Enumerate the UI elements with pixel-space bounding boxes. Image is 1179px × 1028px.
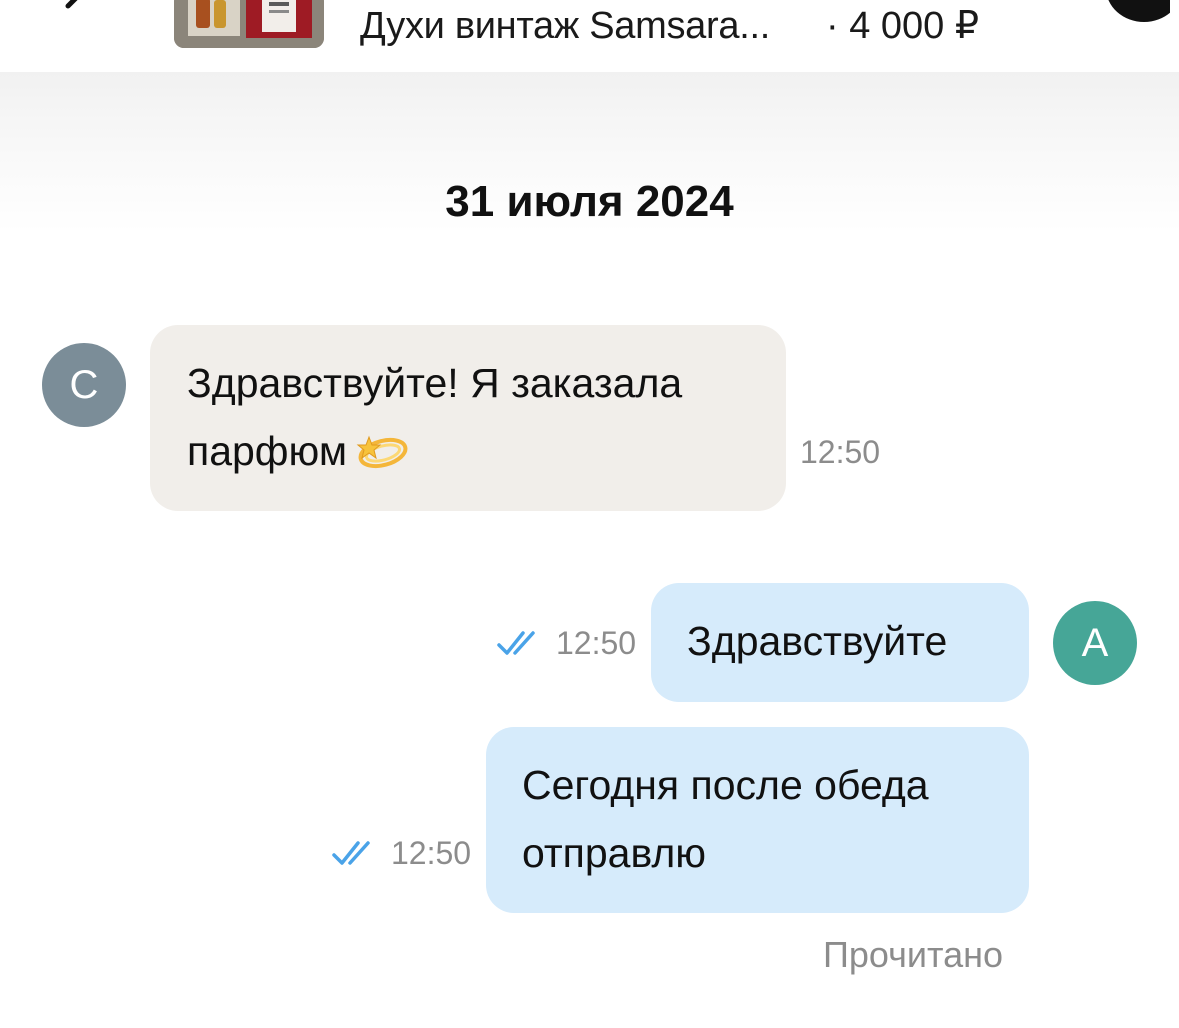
incoming-message-bubble[interactable]: Здравствуйте! Я заказала парфюм xyxy=(150,325,786,511)
message-line: парфюм xyxy=(187,428,348,474)
product-thumbnail[interactable] xyxy=(174,0,324,48)
double-check-icon xyxy=(332,841,370,865)
my-avatar[interactable]: А xyxy=(1053,601,1137,685)
message-time: 12:50 xyxy=(800,434,881,470)
outgoing-message-bubble[interactable]: Сегодня после обеда отправлю xyxy=(486,727,1029,913)
double-check-icon xyxy=(497,631,535,655)
message-line: Здравствуйте! Я заказала xyxy=(187,360,683,406)
message-line: отправлю xyxy=(522,830,706,876)
more-icon[interactable] xyxy=(1080,0,1170,22)
message-time: 12:50 xyxy=(391,835,472,871)
message-time: 12:50 xyxy=(556,625,637,661)
chat-screen: Духи винтаж Samsara... · 4 000 ₽ 31 июля… xyxy=(0,0,1179,1028)
chat-header: Духи винтаж Samsara... · 4 000 ₽ xyxy=(0,0,1179,72)
product-price: · 4 000 ₽ xyxy=(826,5,980,47)
outgoing-message-bubble[interactable]: Здравствуйте xyxy=(651,583,1029,702)
product-title[interactable]: Духи винтаж Samsara... xyxy=(360,4,770,48)
message-line: Сегодня после обеда xyxy=(522,762,929,808)
date-separator: 31 июля 2024 xyxy=(445,177,734,226)
chevron-left-icon[interactable] xyxy=(60,0,94,20)
dizzy-star-emoji-icon xyxy=(356,435,408,469)
seller-avatar[interactable]: С xyxy=(42,343,126,427)
read-status: Прочитано xyxy=(823,934,1003,975)
message-line: Здравствуйте xyxy=(687,618,948,664)
message-line-with-emoji: парфюм xyxy=(187,417,756,485)
perfume-box-image xyxy=(174,0,324,48)
